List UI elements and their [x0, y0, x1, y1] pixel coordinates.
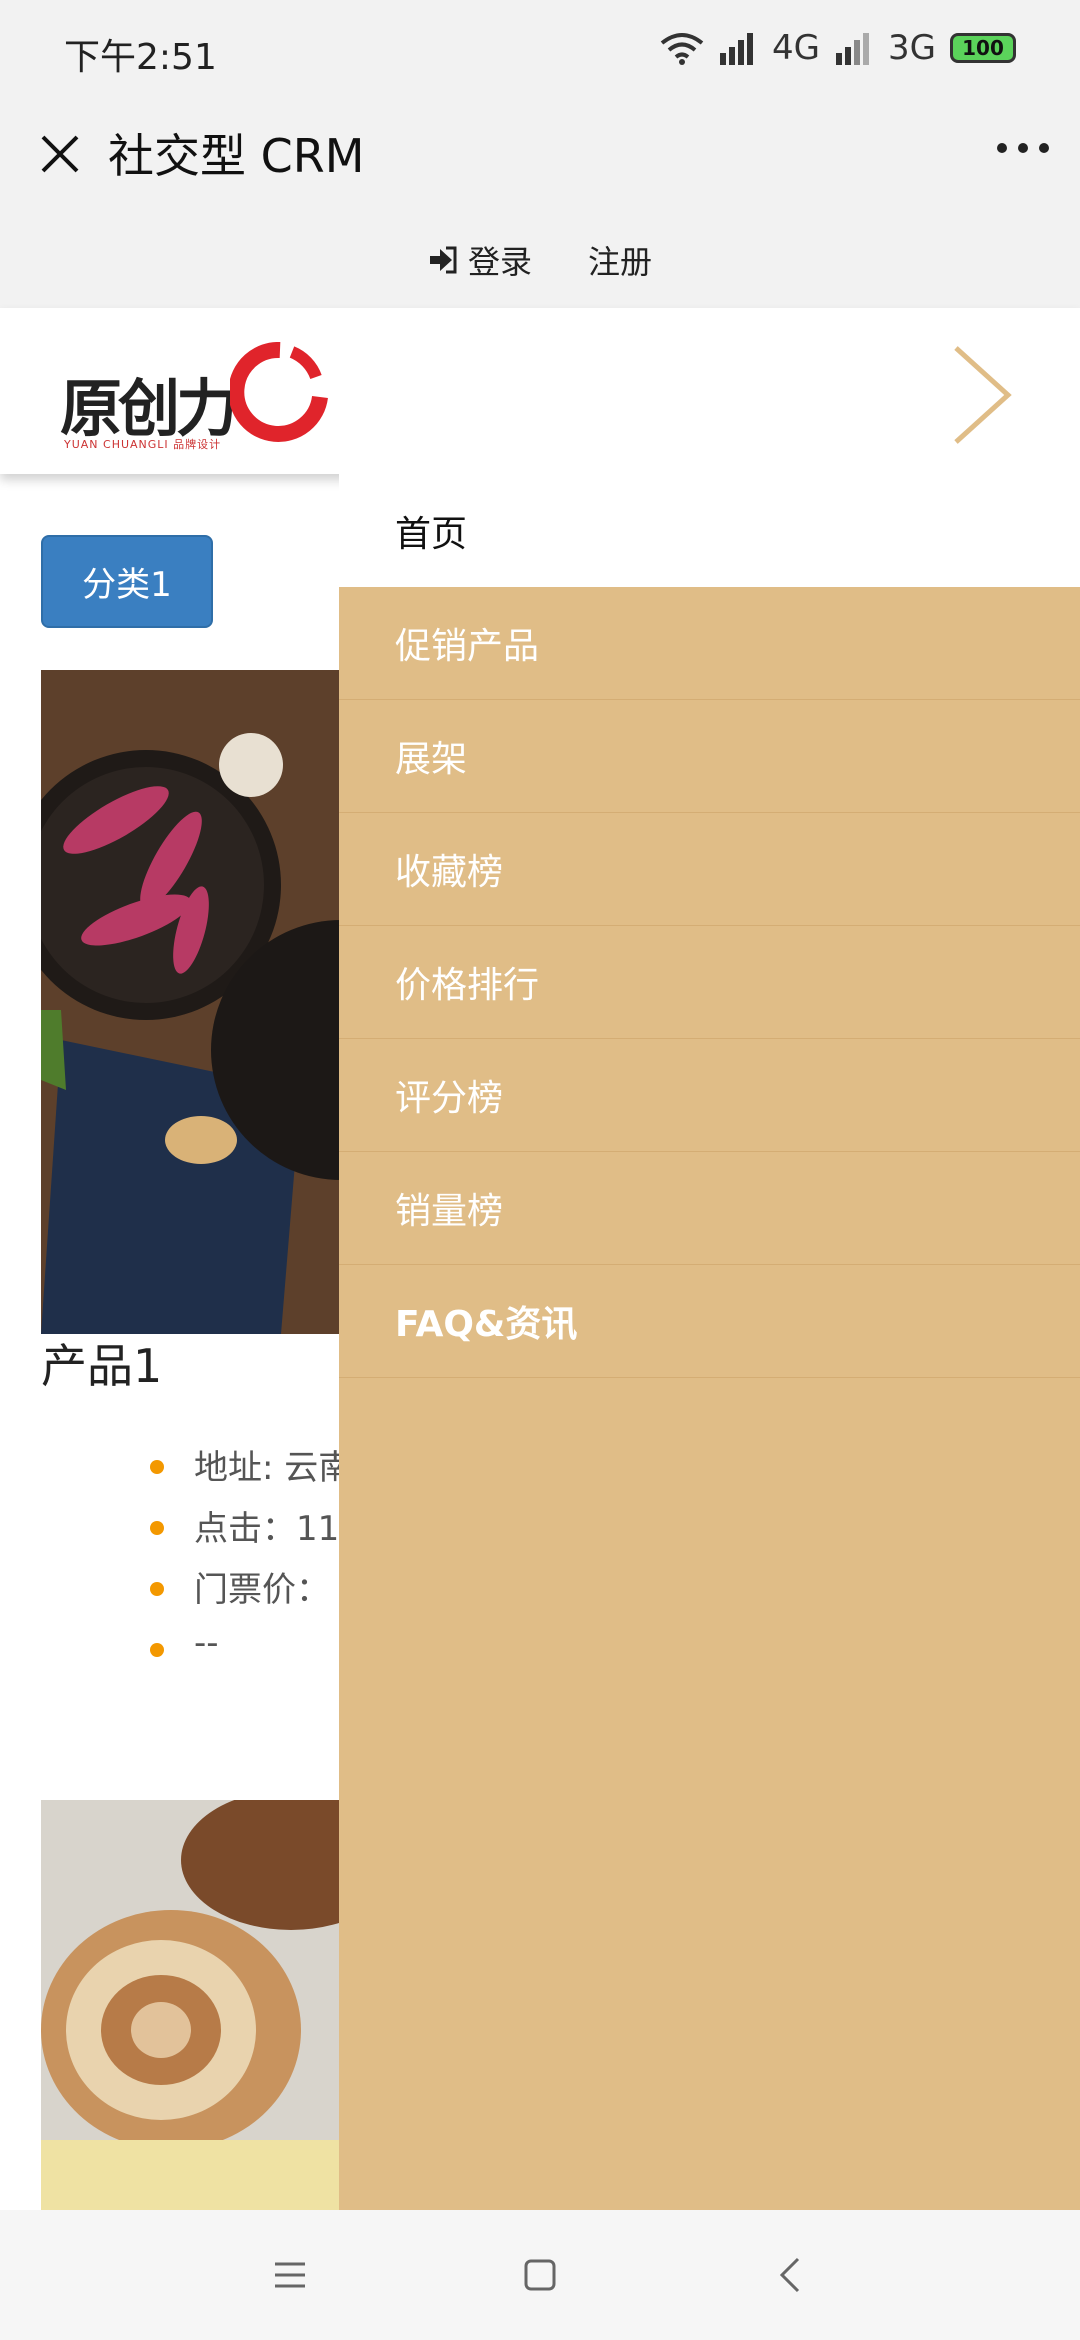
logo-subtitle: YUAN CHUANGLI 品牌设计: [64, 438, 222, 451]
product-title[interactable]: 产品1: [41, 1330, 162, 1396]
detail-address: 地址: 云南: [194, 1448, 353, 1488]
wifi-icon: [660, 33, 704, 65]
product-image[interactable]: [41, 670, 341, 1334]
close-icon[interactable]: [28, 122, 92, 186]
page-title: 社交型 CRM: [108, 129, 365, 183]
more-icon[interactable]: [996, 118, 1050, 192]
signal-icon: [720, 33, 754, 65]
system-nav-bar: [0, 2210, 1080, 2340]
menu-item-home[interactable]: 首页: [339, 474, 1080, 587]
bullet-icon: [150, 1521, 164, 1535]
menu-item-favorites-ranking[interactable]: 收藏榜: [339, 813, 1080, 926]
menu-item-sales-ranking[interactable]: 销量榜: [339, 1152, 1080, 1265]
menu-item-faq-news[interactable]: FAQ&资讯: [339, 1265, 1080, 1378]
product-image[interactable]: [41, 1800, 341, 2210]
login-icon: [429, 246, 457, 274]
login-link[interactable]: 登录: [428, 237, 532, 283]
menu-icon[interactable]: [260, 2245, 320, 2305]
auth-bar: 登录 注册: [0, 212, 1080, 308]
menu-item-promotions[interactable]: 促销产品: [339, 587, 1080, 700]
status-icons: 4G 3G 100: [660, 28, 1016, 68]
login-label: 登录: [467, 243, 532, 281]
logo-mark-icon: [230, 342, 328, 442]
logo-text: 原创力: [60, 372, 238, 445]
menu-item-price-ranking[interactable]: 价格排行: [339, 926, 1080, 1039]
title-bar: 社交型 CRM: [0, 100, 1080, 212]
register-label: 注册: [588, 243, 653, 281]
bullet-icon: [150, 1643, 164, 1657]
menu-toggle-chevron-icon[interactable]: [942, 340, 1022, 450]
category-button[interactable]: 分类1: [41, 535, 213, 628]
status-bar: 下午2:51 4G 3G 100: [0, 0, 1080, 100]
home-icon[interactable]: [510, 2245, 570, 2305]
menu-item-display-rack[interactable]: 展架: [339, 700, 1080, 813]
network-3g: 3G: [888, 28, 936, 68]
register-link[interactable]: 注册: [588, 237, 652, 283]
battery-icon: 100: [950, 33, 1016, 63]
detail-other: --: [194, 1623, 219, 1663]
signal-icon: [836, 33, 870, 65]
logo[interactable]: 原创力 YUAN CHUANGLI 品牌设计: [60, 338, 340, 451]
network-4g: 4G: [772, 28, 821, 68]
bullet-icon: [150, 1582, 164, 1596]
menu-item-rating-ranking[interactable]: 评分榜: [339, 1039, 1080, 1152]
detail-ticket-price: 门票价：: [194, 1570, 330, 1610]
bullet-icon: [150, 1460, 164, 1474]
site-header: 原创力 YUAN CHUANGLI 品牌设计: [0, 308, 1080, 474]
status-time: 下午2:51: [64, 37, 217, 78]
back-icon[interactable]: [760, 2245, 820, 2305]
side-drawer-menu: 首页 促销产品 展架 收藏榜 价格排行 评分榜 销量榜 FAQ&资讯: [339, 474, 1080, 2210]
detail-clicks: 点击：11: [194, 1509, 340, 1549]
